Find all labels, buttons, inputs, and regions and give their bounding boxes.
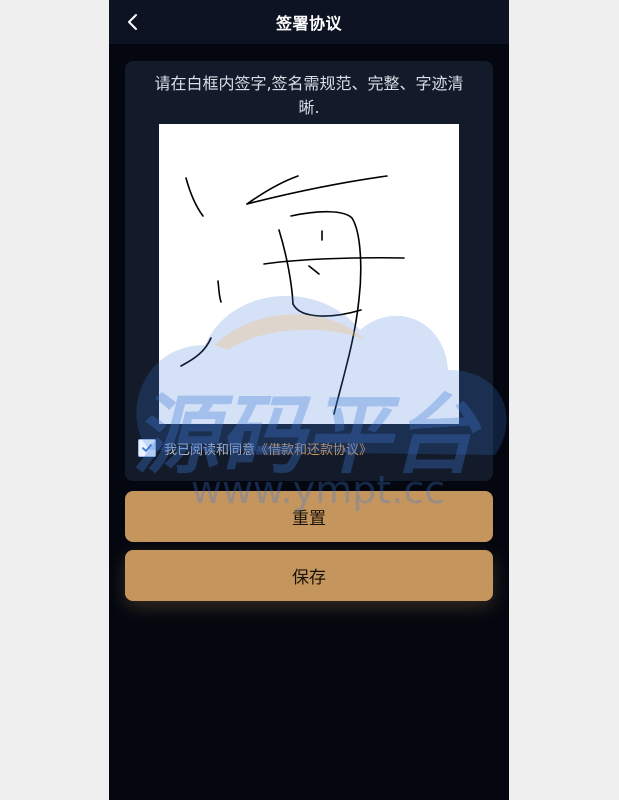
- agreement-link[interactable]: 《借款和还款协议》: [255, 439, 372, 458]
- agreement-checkbox[interactable]: [138, 439, 156, 457]
- signature-instruction: 请在白框内签字,签名需规范、完整、字迹清晰.: [154, 74, 464, 117]
- signature-canvas[interactable]: [159, 124, 459, 424]
- signature-card: 请在白框内签字,签名需规范、完整、字迹清晰. 我已阅读和同意 《借款和还款协议》: [125, 61, 493, 481]
- agreement-text: 我已阅读和同意: [164, 442, 256, 458]
- save-button[interactable]: 保存: [125, 550, 493, 601]
- phone-screen: 签署协议 请在白框内签字,签名需规范、完整、字迹清晰. 我已阅读和同意 《借款和…: [109, 0, 509, 800]
- checkmark-icon: [142, 444, 152, 452]
- page-title: 签署协议: [275, 14, 342, 33]
- agreement-row: 我已阅读和同意 《借款和还款协议》: [138, 437, 372, 459]
- back-button[interactable]: [119, 8, 147, 36]
- reset-button[interactable]: 重置: [125, 491, 493, 542]
- chevron-left-icon: [128, 14, 137, 30]
- signature-strokes: [180, 175, 405, 415]
- top-navigation-bar: 签署协议: [109, 0, 509, 44]
